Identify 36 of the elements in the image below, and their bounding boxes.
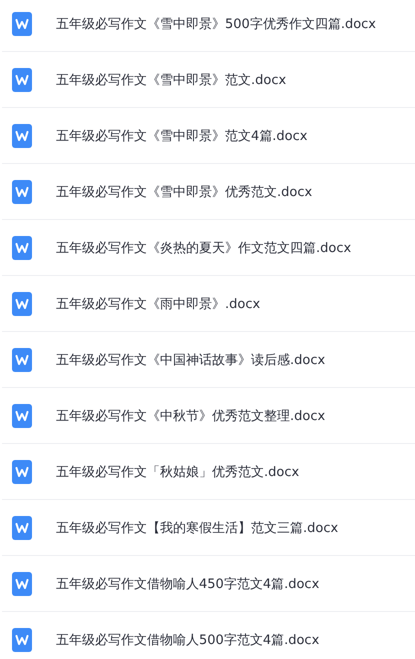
file-row[interactable]: 五年级必写作文《雪中即景》优秀范文.docx (2, 164, 415, 220)
file-name: 五年级必写作文《雪中即景》500字优秀作文四篇.docx (56, 16, 376, 32)
word-document-icon (12, 124, 32, 148)
file-name: 五年级必写作文《炎热的夏天》作文范文四篇.docx (56, 240, 352, 256)
file-row[interactable]: 五年级必写作文《雪中即景》范文.docx (2, 52, 415, 108)
file-row[interactable]: 五年级必写作文借物喻人450字范文4篇.docx (2, 556, 415, 612)
file-row[interactable]: 五年级必写作文《中国神话故事》读后感.docx (2, 332, 415, 388)
word-document-icon (12, 460, 32, 484)
word-document-icon (12, 516, 32, 540)
file-row[interactable]: 五年级必写作文借物喻人500字范文4篇.docx (2, 612, 415, 659)
word-document-icon (12, 68, 32, 92)
word-document-icon (12, 292, 32, 316)
file-row[interactable]: 五年级必写作文《雪中即景》500字优秀作文四篇.docx (2, 0, 415, 52)
file-name: 五年级必写作文《雪中即景》优秀范文.docx (56, 184, 312, 200)
word-document-icon (12, 348, 32, 372)
file-name: 五年级必写作文《中秋节》优秀范文整理.docx (56, 408, 326, 424)
file-name: 五年级必写作文《雪中即景》范文4篇.docx (56, 128, 308, 144)
file-row[interactable]: 五年级必写作文《炎热的夏天》作文范文四篇.docx (2, 220, 415, 276)
word-document-icon (12, 236, 32, 260)
file-name: 五年级必写作文借物喻人450字范文4篇.docx (56, 576, 320, 592)
word-document-icon (12, 12, 32, 36)
file-row[interactable]: 五年级必写作文【我的寒假生活】范文三篇.docx (2, 500, 415, 556)
file-name: 五年级必写作文「秋姑娘」优秀范文.docx (56, 464, 300, 480)
file-row[interactable]: 五年级必写作文「秋姑娘」优秀范文.docx (2, 444, 415, 500)
file-name: 五年级必写作文《中国神话故事》读后感.docx (56, 352, 326, 368)
file-name: 五年级必写作文《雪中即景》范文.docx (56, 72, 286, 88)
file-name: 五年级必写作文《雨中即景》.docx (56, 296, 260, 312)
file-name: 五年级必写作文【我的寒假生活】范文三篇.docx (56, 520, 338, 536)
word-document-icon (12, 628, 32, 652)
file-row[interactable]: 五年级必写作文《雨中即景》.docx (2, 276, 415, 332)
file-row[interactable]: 五年级必写作文《中秋节》优秀范文整理.docx (2, 388, 415, 444)
file-row[interactable]: 五年级必写作文《雪中即景》范文4篇.docx (2, 108, 415, 164)
word-document-icon (12, 404, 32, 428)
file-name: 五年级必写作文借物喻人500字范文4篇.docx (56, 632, 320, 648)
word-document-icon (12, 572, 32, 596)
word-document-icon (12, 180, 32, 204)
